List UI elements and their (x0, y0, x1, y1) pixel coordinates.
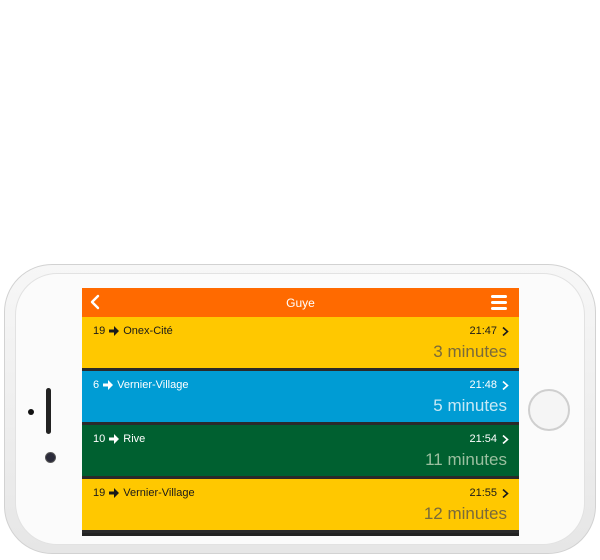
destination: Vernier-Village (117, 379, 189, 391)
departure-row[interactable]: 10 Rive 21:54 11 minutes (82, 425, 519, 479)
departure-row[interactable]: 6 Vernier-Village 21:48 5 minutes (82, 371, 519, 425)
destination: Onex-Cité (123, 325, 173, 337)
line-number: 10 (93, 433, 106, 445)
departure-time: 21:47 (469, 325, 497, 337)
eta-minutes: 3 minutes (433, 342, 507, 361)
front-camera (45, 452, 56, 463)
departure-row[interactable]: 19 Vernier-Village 21:55 12 minutes (82, 479, 519, 533)
earpiece-speaker (46, 388, 51, 434)
departure-time: 21:48 (469, 379, 497, 391)
destination: Rive (123, 433, 146, 445)
eta-minutes: 5 minutes (433, 396, 507, 415)
back-chevron-icon[interactable] (86, 292, 106, 312)
arrow-right-icon (109, 434, 120, 444)
nav-bar: Guye (82, 288, 519, 317)
line-number: 19 (93, 487, 106, 499)
proximity-sensor (28, 409, 34, 415)
route-label: 19 Vernier-Village (93, 487, 195, 499)
app-screen: Guye 19 Onex-Cité 21:47 3 minutes 6 Vern… (82, 288, 519, 536)
chevron-right-icon (502, 327, 509, 336)
departure-time: 21:55 (469, 487, 497, 499)
page-title: Guye (286, 295, 315, 310)
line-number: 19 (93, 325, 106, 337)
chevron-right-icon (502, 489, 509, 498)
home-button[interactable] (528, 389, 570, 431)
arrow-right-icon (109, 326, 120, 336)
menu-icon[interactable] (491, 295, 507, 310)
route-label: 10 Rive (93, 433, 145, 445)
route-label: 6 Vernier-Village (93, 379, 188, 391)
destination: Vernier-Village (123, 487, 195, 499)
eta-minutes: 11 minutes (425, 450, 507, 469)
line-number: 6 (93, 379, 100, 391)
arrow-right-icon (103, 380, 114, 390)
arrow-right-icon (109, 488, 120, 498)
eta-minutes: 12 minutes (423, 504, 507, 523)
departure-time: 21:54 (469, 433, 497, 445)
departure-row[interactable]: 19 Onex-Cité 21:47 3 minutes (82, 317, 519, 371)
chevron-right-icon (502, 381, 509, 390)
route-label: 19 Onex-Cité (93, 325, 173, 337)
chevron-right-icon (502, 435, 509, 444)
